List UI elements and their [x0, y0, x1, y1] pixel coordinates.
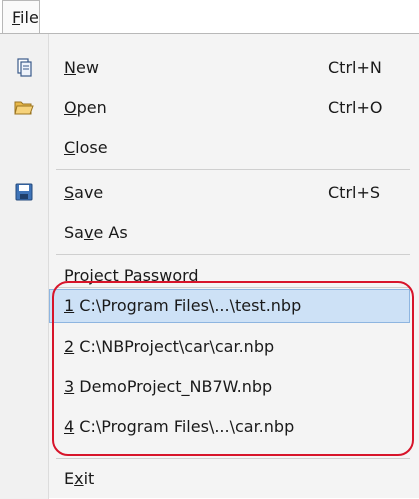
menu-item-save[interactable]: Save Ctrl+S [0, 173, 419, 213]
menu-bar: File [0, 0, 419, 34]
file-menu-label: File [12, 8, 39, 27]
save-floppy-icon [15, 183, 33, 201]
menu-item-save-shortcut: Ctrl+S [328, 183, 381, 202]
file-menu-tab[interactable]: File [2, 0, 40, 34]
open-folder-icon [14, 101, 34, 115]
menu-item-new-shortcut: Ctrl+N [328, 58, 382, 77]
recent-file-item[interactable]: 2 C:\NBProject\car\car.nbp [0, 327, 419, 367]
menu-item-save-as-label: Save As [64, 223, 128, 242]
menu-item-open-shortcut: Ctrl+O [328, 98, 383, 117]
menu-separator [56, 254, 410, 255]
recent-file-label: 3 DemoProject_NB7W.nbp [64, 377, 273, 396]
menu-item-close[interactable]: Close [0, 128, 419, 168]
menu-item-close-label: Close [64, 138, 108, 157]
menu-item-exit-label: Exit [64, 469, 95, 488]
menu-item-save-as[interactable]: Save As [0, 213, 419, 253]
recent-file-label: 4 C:\Program Files\...\car.nbp [64, 417, 295, 436]
menu-item-open-label: Open [64, 98, 107, 117]
recent-file-item[interactable]: 3 DemoProject_NB7W.nbp [0, 367, 419, 407]
menu-item-open[interactable]: Open Ctrl+O [0, 88, 419, 128]
menu-item-new-label: New [64, 58, 99, 77]
menu-item-project-password-label: Project Password [64, 266, 199, 285]
menu-item-new[interactable]: New Ctrl+N [0, 48, 419, 88]
menu-separator [56, 169, 410, 170]
new-document-icon [17, 58, 32, 77]
recent-file-item[interactable]: 1 C:\Program Files\...\test.nbp [0, 286, 419, 326]
menu-item-exit[interactable]: Exit [0, 459, 419, 499]
recent-file-label: 2 C:\NBProject\car\car.nbp [64, 337, 275, 356]
recent-file-item[interactable]: 4 C:\Program Files\...\car.nbp [0, 407, 419, 447]
file-dropdown-menu: New Ctrl+N Open Ctrl+O Close Save Ctrl+S… [0, 33, 419, 499]
menu-item-save-label: Save [64, 183, 104, 202]
recent-file-label: 1 C:\Program Files\...\test.nbp [64, 296, 302, 315]
